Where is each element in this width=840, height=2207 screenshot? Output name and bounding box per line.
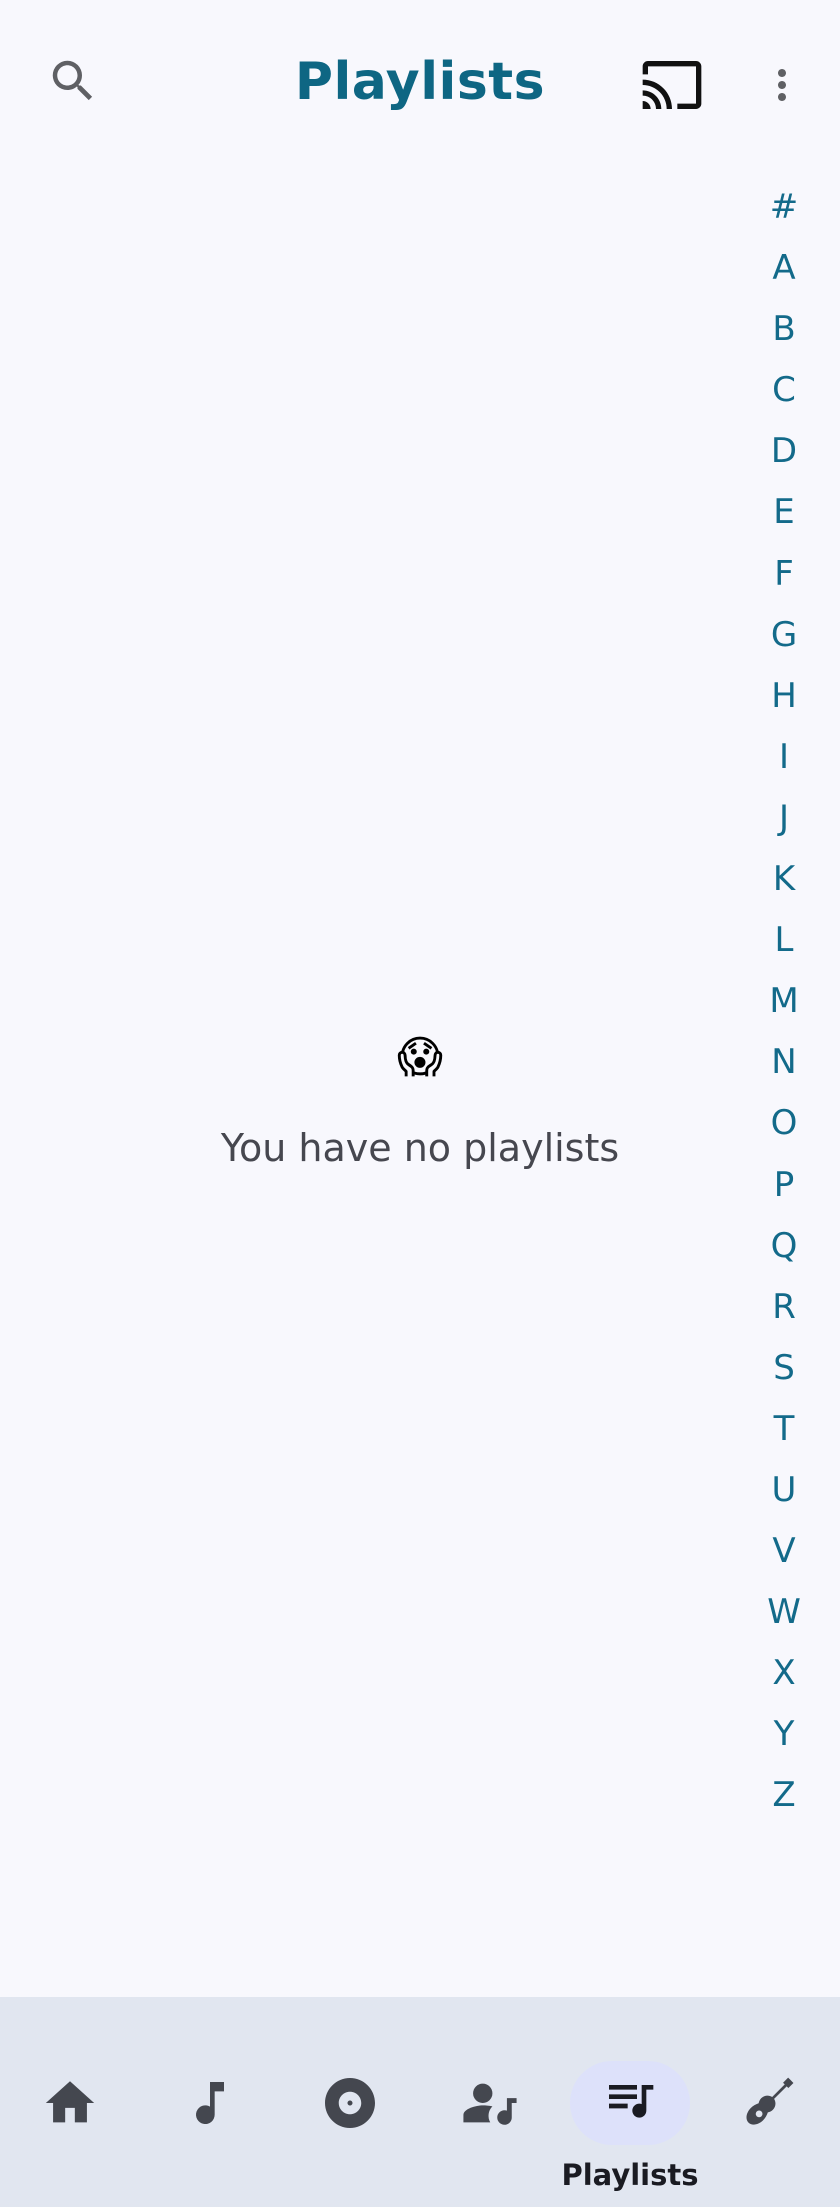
queue-music-icon	[600, 2069, 660, 2129]
alphabet-index-letter[interactable]: W	[752, 1582, 816, 1643]
alphabet-index-letter[interactable]: B	[752, 299, 816, 360]
empty-state-message: You have no playlists	[220, 1126, 620, 1170]
alphabet-index-letter[interactable]: #	[752, 177, 816, 238]
alphabet-index-letter[interactable]: M	[752, 971, 816, 1032]
nav-item-albums[interactable]	[280, 1997, 420, 2207]
music-note-icon	[180, 2073, 240, 2133]
home-icon	[40, 2073, 100, 2133]
nav-label-playlists: Playlists	[561, 2158, 699, 2192]
alphabet-index-letter[interactable]: Z	[752, 1765, 816, 1826]
alphabet-index-letter[interactable]: J	[752, 788, 816, 849]
alphabet-index-letter[interactable]: A	[752, 238, 816, 299]
alphabet-index-letter[interactable]: R	[752, 1277, 816, 1338]
artist-icon	[460, 2073, 520, 2133]
more-vert-icon	[778, 69, 786, 101]
alphabet-index[interactable]: # A B C D E F G H I J K L M N O P Q R S T U V W X Y Z	[752, 177, 816, 1827]
empty-state-emoji: 😱	[397, 1032, 443, 1083]
alphabet-index-letter[interactable]: D	[752, 421, 816, 482]
alphabet-index-letter[interactable]: K	[752, 849, 816, 910]
alphabet-index-letter[interactable]: Q	[752, 1216, 816, 1277]
alphabet-index-letter[interactable]: V	[752, 1521, 816, 1582]
alphabet-index-letter[interactable]: C	[752, 360, 816, 421]
alphabet-index-letter[interactable]: I	[752, 727, 816, 788]
alphabet-index-letter[interactable]: E	[752, 482, 816, 543]
top-app-bar: Playlists	[0, 0, 840, 170]
alphabet-index-letter[interactable]: T	[752, 1399, 816, 1460]
guitar-icon	[740, 2073, 800, 2133]
nav-item-songs[interactable]	[140, 1997, 280, 2207]
alphabet-index-letter[interactable]: S	[752, 1338, 816, 1399]
page-title: Playlists	[294, 52, 546, 112]
alphabet-index-letter[interactable]: G	[752, 605, 816, 666]
bottom-navigation: Playlists	[0, 1997, 840, 2207]
nav-item-artists[interactable]	[420, 1997, 560, 2207]
nav-item-home[interactable]	[0, 1997, 140, 2207]
more-options-button[interactable]	[758, 48, 806, 122]
cast-button[interactable]	[632, 48, 712, 122]
alphabet-index-letter[interactable]: L	[752, 910, 816, 971]
album-icon	[320, 2073, 380, 2133]
cast-icon	[642, 61, 702, 109]
alphabet-index-letter[interactable]: F	[752, 544, 816, 605]
nav-item-playlists[interactable]: Playlists	[560, 1997, 700, 2207]
alphabet-index-letter[interactable]: Y	[752, 1704, 816, 1765]
alphabet-index-letter[interactable]: U	[752, 1460, 816, 1521]
alphabet-index-letter[interactable]: H	[752, 666, 816, 727]
nav-item-genres[interactable]	[700, 1997, 840, 2207]
alphabet-index-letter[interactable]: X	[752, 1643, 816, 1704]
app-screen: Playlists # A B C D E F G H I J K L M N O P Q R S T U V W X Y Z 😱 …	[0, 0, 840, 2207]
